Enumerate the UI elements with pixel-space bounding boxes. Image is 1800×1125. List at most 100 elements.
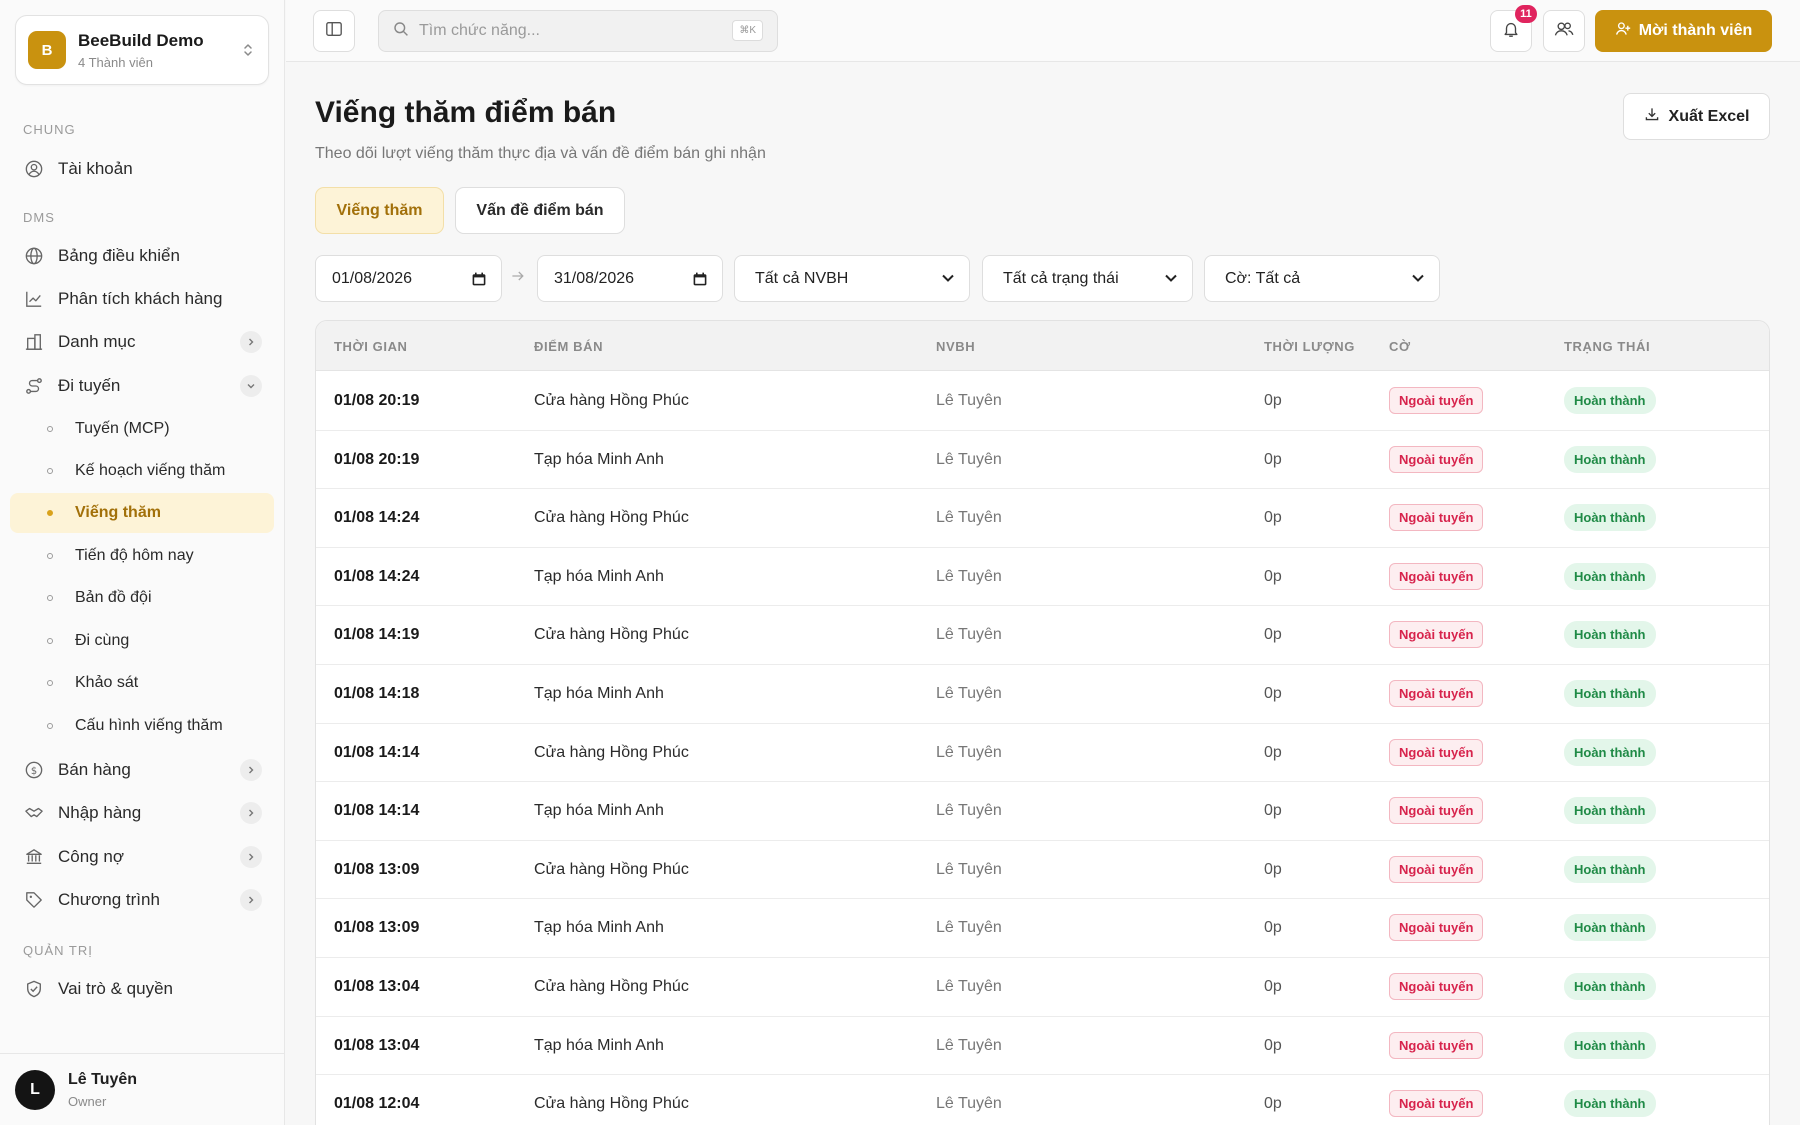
date-from-input[interactable]: 01/08/2026 [315,255,502,302]
column-header-status[interactable]: TRẠNG THÁI [1564,339,1650,354]
sidebar-subitem-survey[interactable]: Khảo sát [10,663,274,703]
sidebar-item-sales[interactable]: $ Bán hàng [10,750,274,790]
user-profile[interactable]: L Lê Tuyên Owner [0,1053,285,1125]
shield-check-icon [24,979,44,999]
chevron-right-icon[interactable] [240,331,262,353]
table-row[interactable]: 01/08 14:14 Cửa hàng Hồng Phúc Lê Tuyên 0p N… [316,724,1769,783]
status-badge: Hoàn thành [1564,504,1656,532]
bullet-icon [47,426,53,432]
status-badge: Hoàn thành [1564,1031,1656,1059]
cell-nvbh: Lê Tuyên [936,626,1002,644]
cell-store: Tạp hóa Minh Anh [534,450,664,468]
calendar-icon [692,271,708,292]
org-member-count: 4 Thành viên [78,54,153,70]
table-row[interactable]: 01/08 13:09 Tạp hóa Minh Anh Lê Tuyên 0p Ngo… [316,899,1769,958]
status-badge: Hoàn thành [1564,1090,1656,1118]
table-row[interactable]: 01/08 14:18 Tạp hóa Minh Anh Lê Tuyên 0p Ngo… [316,665,1769,724]
cell-duration: 0p [1264,685,1282,702]
export-excel-button[interactable]: Xuất Excel [1623,93,1770,140]
sidebar: B BeeBuild Demo 4 Thành viên CHUNG Tài k… [0,0,285,1125]
chevron-right-icon[interactable] [240,889,262,911]
date-to-input[interactable]: 31/08/2026 [537,255,723,302]
sidebar-subitem-mcp[interactable]: Tuyến (MCP) [10,409,274,449]
sidebar-subitem-today-progress[interactable]: Tiến độ hôm nay [10,536,274,576]
section-label-chung: CHUNG [23,122,76,137]
column-header-store[interactable]: ĐIỂM BÁN [534,339,603,354]
sidebar-item-label: Cấu hình viếng thăm [75,717,223,734]
column-header-duration[interactable]: THỜI LƯỢNG [1264,339,1355,354]
user-name: Lê Tuyên [68,1070,138,1088]
cell-time: 01/08 14:24 [334,567,420,585]
search-input[interactable] [419,22,719,40]
cell-duration: 0p [1264,802,1282,820]
tab-visits[interactable]: Viếng thăm [315,187,444,234]
sidebar-item-programs[interactable]: Chương trình [10,880,274,920]
cell-nvbh: Lê Tuyên [936,509,1002,527]
nvbh-select[interactable]: Tất cả NVBH [734,255,970,302]
table-row[interactable]: 01/08 14:19 Cửa hàng Hồng Phúc Lê Tuyên 0p N… [316,606,1769,665]
calendar-icon [471,271,487,292]
sidebar-item-account[interactable]: Tài khoản [10,149,274,189]
table-row[interactable]: 01/08 13:04 Tạp hóa Minh Anh Lê Tuyên 0p Ngo… [316,1017,1769,1076]
sidebar-item-label: Tiến độ hôm nay [75,547,194,564]
table-row[interactable]: 01/08 20:19 Tạp hóa Minh Anh Lê Tuyên 0p Ngo… [316,431,1769,490]
sidebar-subitem-visit-config[interactable]: Cấu hình viếng thăm [10,706,274,746]
cell-time: 01/08 14:18 [334,685,420,702]
cell-nvbh: Lê Tuyên [936,392,1002,409]
sidebar-item-label: Chương trình [58,890,160,909]
cell-nvbh: Lê Tuyên [936,1036,1002,1054]
sidebar-item-roles[interactable]: Vai trò & quyền [10,969,274,1009]
invite-member-button[interactable]: Mời thành viên [1595,10,1772,52]
search-box[interactable]: ⌘K [378,10,778,52]
tag-icon [24,890,44,910]
sidebar-item-customer-analysis[interactable]: Phân tích khách hàng [10,279,274,319]
cell-time: 01/08 13:04 [334,1036,420,1054]
sidebar-item-catalog[interactable]: Danh mục [10,322,274,362]
column-header-nvbh[interactable]: NVBH [936,339,975,354]
sidebar-item-routes[interactable]: Đi tuyến [10,366,274,406]
sidebar-subitem-visits[interactable]: Viếng thăm [10,493,274,533]
bullet-icon [47,638,53,644]
org-switcher[interactable]: B BeeBuild Demo 4 Thành viên [15,15,269,85]
table-row[interactable]: 01/08 13:09 Cửa hàng Hồng Phúc Lê Tuyên 0p N… [316,841,1769,900]
sidebar-subitem-team-map[interactable]: Bản đồ đội [10,578,274,618]
tab-store-issues[interactable]: Vấn đề điểm bán [455,187,625,234]
sidebar-item-purchasing[interactable]: Nhập hàng [10,793,274,833]
status-select[interactable]: Tất cả trạng thái [982,255,1193,302]
column-header-flag[interactable]: CỜ [1389,339,1411,354]
status-badge: Hoàn thành [1564,855,1656,883]
topbar: ⌘K 11 Mời thành viên [286,0,1800,62]
sidebar-item-dashboard[interactable]: Bảng điều khiển [10,236,274,276]
cell-nvbh: Lê Tuyên [936,860,1002,878]
arrow-right-icon [510,268,526,289]
flag-select[interactable]: Cờ: Tất cả [1204,255,1440,302]
cell-nvbh: Lê Tuyên [936,450,1002,468]
flag-badge: Ngoài tuyến [1389,855,1484,883]
sidebar-subitem-visit-plan[interactable]: Kế hoạch viếng thăm [10,451,274,491]
table-row[interactable]: 01/08 20:19 Cửa hàng Hồng Phúc Lê Tuyên 0p N… [316,372,1769,431]
chevron-right-icon[interactable] [240,846,262,868]
members-button[interactable] [1543,10,1585,52]
sidebar-subitem-ride-along[interactable]: Đi cùng [10,621,274,661]
search-shortcut-hint: ⌘K [732,20,763,41]
chevron-down-icon[interactable] [240,375,262,397]
sidebar-toggle-button[interactable] [313,10,355,52]
status-badge: Hoàn thành [1564,914,1656,942]
flag-badge: Ngoài tuyến [1389,797,1484,825]
table-row[interactable]: 01/08 12:04 Cửa hàng Hồng Phúc Lê Tuyên 0p N… [316,1075,1769,1125]
sidebar-item-label: Nhập hàng [58,803,142,822]
chevron-right-icon[interactable] [240,759,262,781]
bank-icon [24,847,44,867]
table-row[interactable]: 01/08 14:24 Cửa hàng Hồng Phúc Lê Tuyên 0p N… [316,489,1769,548]
user-role: Owner [68,1093,107,1109]
cell-time: 01/08 14:24 [334,509,420,527]
table-row[interactable]: 01/08 14:14 Tạp hóa Minh Anh Lê Tuyên 0p Ngo… [316,782,1769,841]
column-header-time[interactable]: THỜI GIAN [334,339,408,354]
notifications-button[interactable]: 11 [1490,5,1537,52]
table-row[interactable]: 01/08 14:24 Tạp hóa Minh Anh Lê Tuyên 0p Ngo… [316,548,1769,607]
table-row[interactable]: 01/08 13:04 Cửa hàng Hồng Phúc Lê Tuyên 0p N… [316,958,1769,1017]
cell-duration: 0p [1264,626,1282,644]
chevron-right-icon[interactable] [240,802,262,824]
sidebar-item-debt[interactable]: Công nợ [10,837,274,877]
cell-store: Cửa hàng Hồng Phúc [534,626,689,644]
